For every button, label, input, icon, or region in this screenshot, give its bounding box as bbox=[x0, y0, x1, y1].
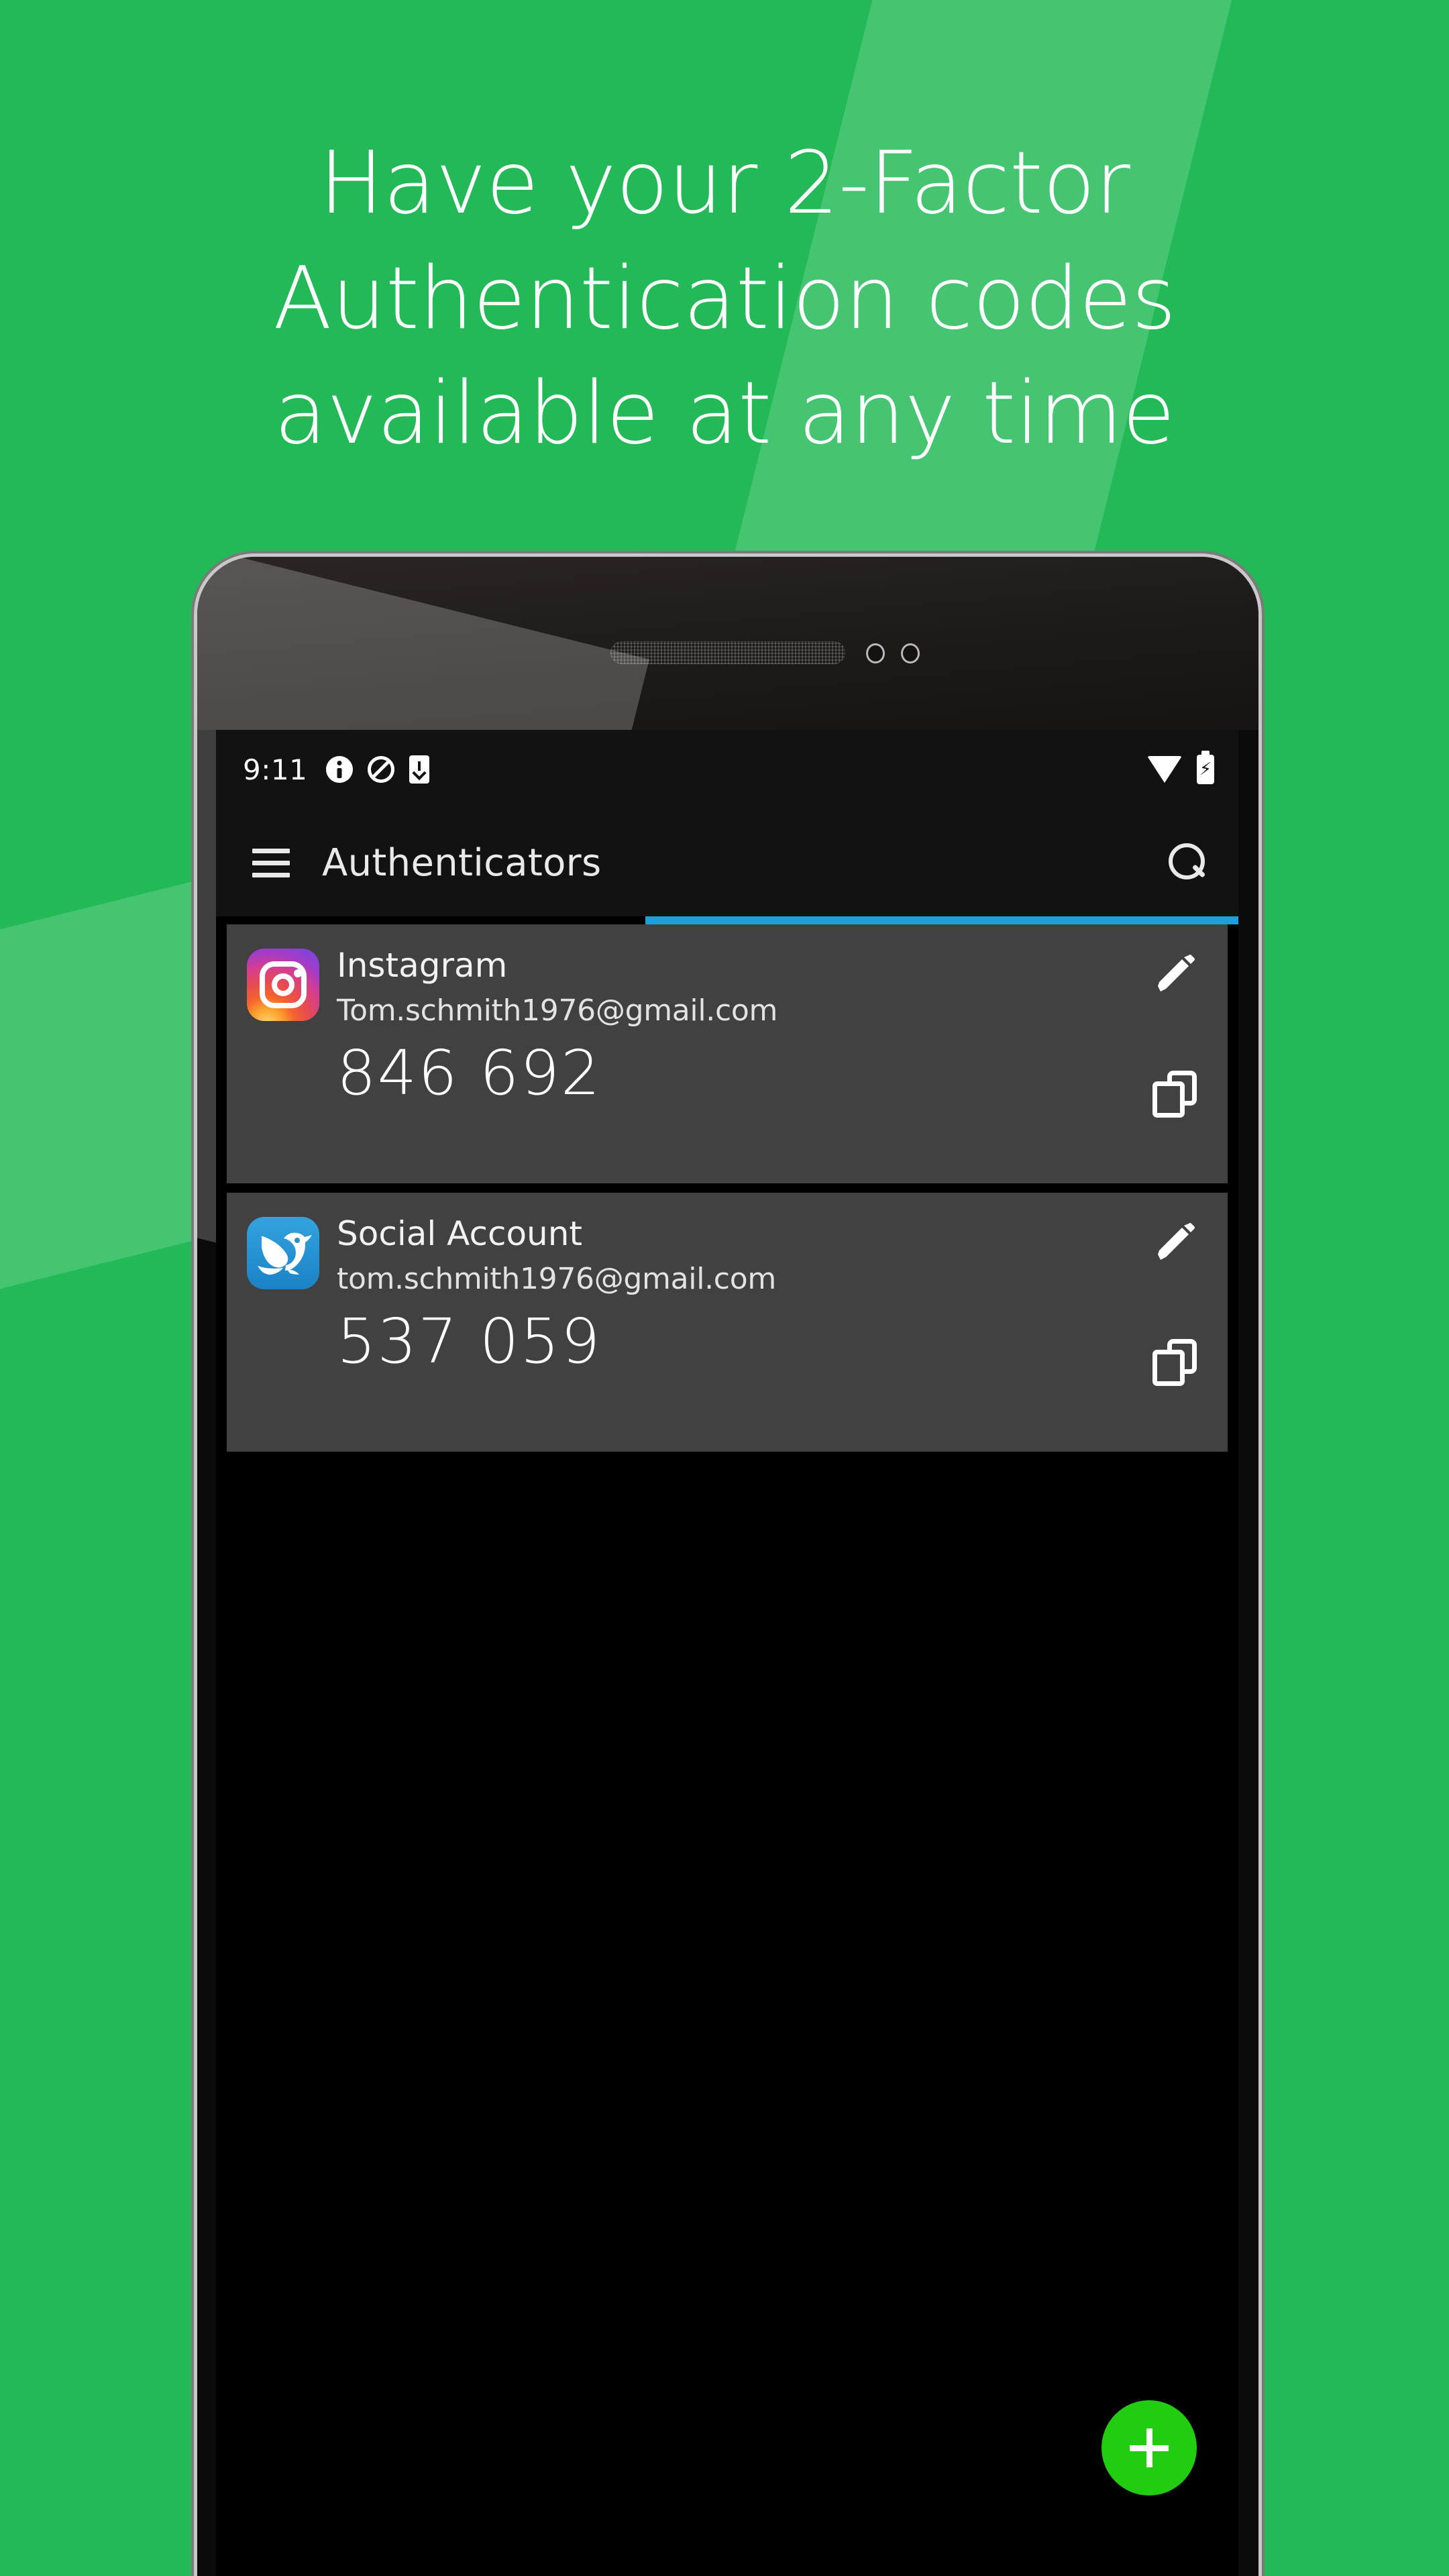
status-bar: 9:11 bbox=[216, 730, 1238, 809]
authenticator-code: 846 692 bbox=[337, 1037, 602, 1109]
proximity-sensor-icon bbox=[868, 645, 883, 661]
promo-headline: Have your 2-Factor Authentication codes … bbox=[273, 133, 1176, 464]
info-icon bbox=[326, 756, 354, 783]
list-item[interactable]: Social Account tom.schmith1976@gmail.com… bbox=[227, 1193, 1228, 1452]
status-bar-left-icons bbox=[326, 755, 430, 784]
card-header: Instagram Tom.schmith1976@gmail.com bbox=[247, 945, 1205, 1028]
authenticator-title: Instagram bbox=[337, 946, 508, 985]
battery-charging-icon bbox=[1197, 755, 1214, 784]
card-text-block: Instagram Tom.schmith1976@gmail.com bbox=[337, 945, 777, 1028]
pencil-edit-icon[interactable] bbox=[1154, 1221, 1197, 1264]
instagram-icon bbox=[247, 949, 319, 1021]
plus-icon-vertical bbox=[1146, 2428, 1152, 2467]
pencil-edit-icon[interactable] bbox=[1154, 953, 1197, 996]
authenticator-list: Instagram Tom.schmith1976@gmail.com 846 … bbox=[216, 924, 1238, 2576]
code-refresh-progress-bar bbox=[216, 916, 1238, 924]
download-icon bbox=[409, 755, 430, 784]
earpiece-speaker bbox=[610, 641, 845, 664]
wifi-icon bbox=[1147, 756, 1182, 783]
phone-bezel-top bbox=[197, 557, 1258, 730]
twitter-bird-icon bbox=[247, 1217, 319, 1289]
copy-icon[interactable] bbox=[1152, 1339, 1197, 1386]
front-camera-icon bbox=[903, 645, 918, 661]
card-header: Social Account tom.schmith1976@gmail.com bbox=[247, 1213, 1205, 1296]
authenticator-account: Tom.schmith1976@gmail.com bbox=[337, 994, 778, 1028]
copy-icon[interactable] bbox=[1152, 1071, 1197, 1118]
hamburger-menu-icon[interactable] bbox=[252, 848, 290, 877]
status-bar-right-icons bbox=[1147, 755, 1214, 784]
phone-mockup: 9:11 Authenticators bbox=[197, 557, 1258, 2576]
authenticator-title: Social Account bbox=[337, 1214, 583, 1253]
app-bar: Authenticators bbox=[216, 809, 1238, 916]
status-bar-time: 9:11 bbox=[243, 753, 308, 786]
do-not-disturb-icon bbox=[368, 756, 395, 783]
list-item[interactable]: Instagram Tom.schmith1976@gmail.com 846 … bbox=[227, 924, 1228, 1183]
progress-bar-fill bbox=[645, 916, 1238, 924]
card-text-block: Social Account tom.schmith1976@gmail.com bbox=[337, 1213, 776, 1297]
page-title: Authenticators bbox=[322, 841, 602, 885]
phone-screen: 9:11 Authenticators bbox=[216, 730, 1238, 2576]
authenticator-code: 537 059 bbox=[337, 1305, 602, 1377]
add-authenticator-button[interactable] bbox=[1102, 2400, 1197, 2496]
authenticator-account: tom.schmith1976@gmail.com bbox=[337, 1262, 776, 1296]
search-icon[interactable] bbox=[1167, 843, 1206, 882]
